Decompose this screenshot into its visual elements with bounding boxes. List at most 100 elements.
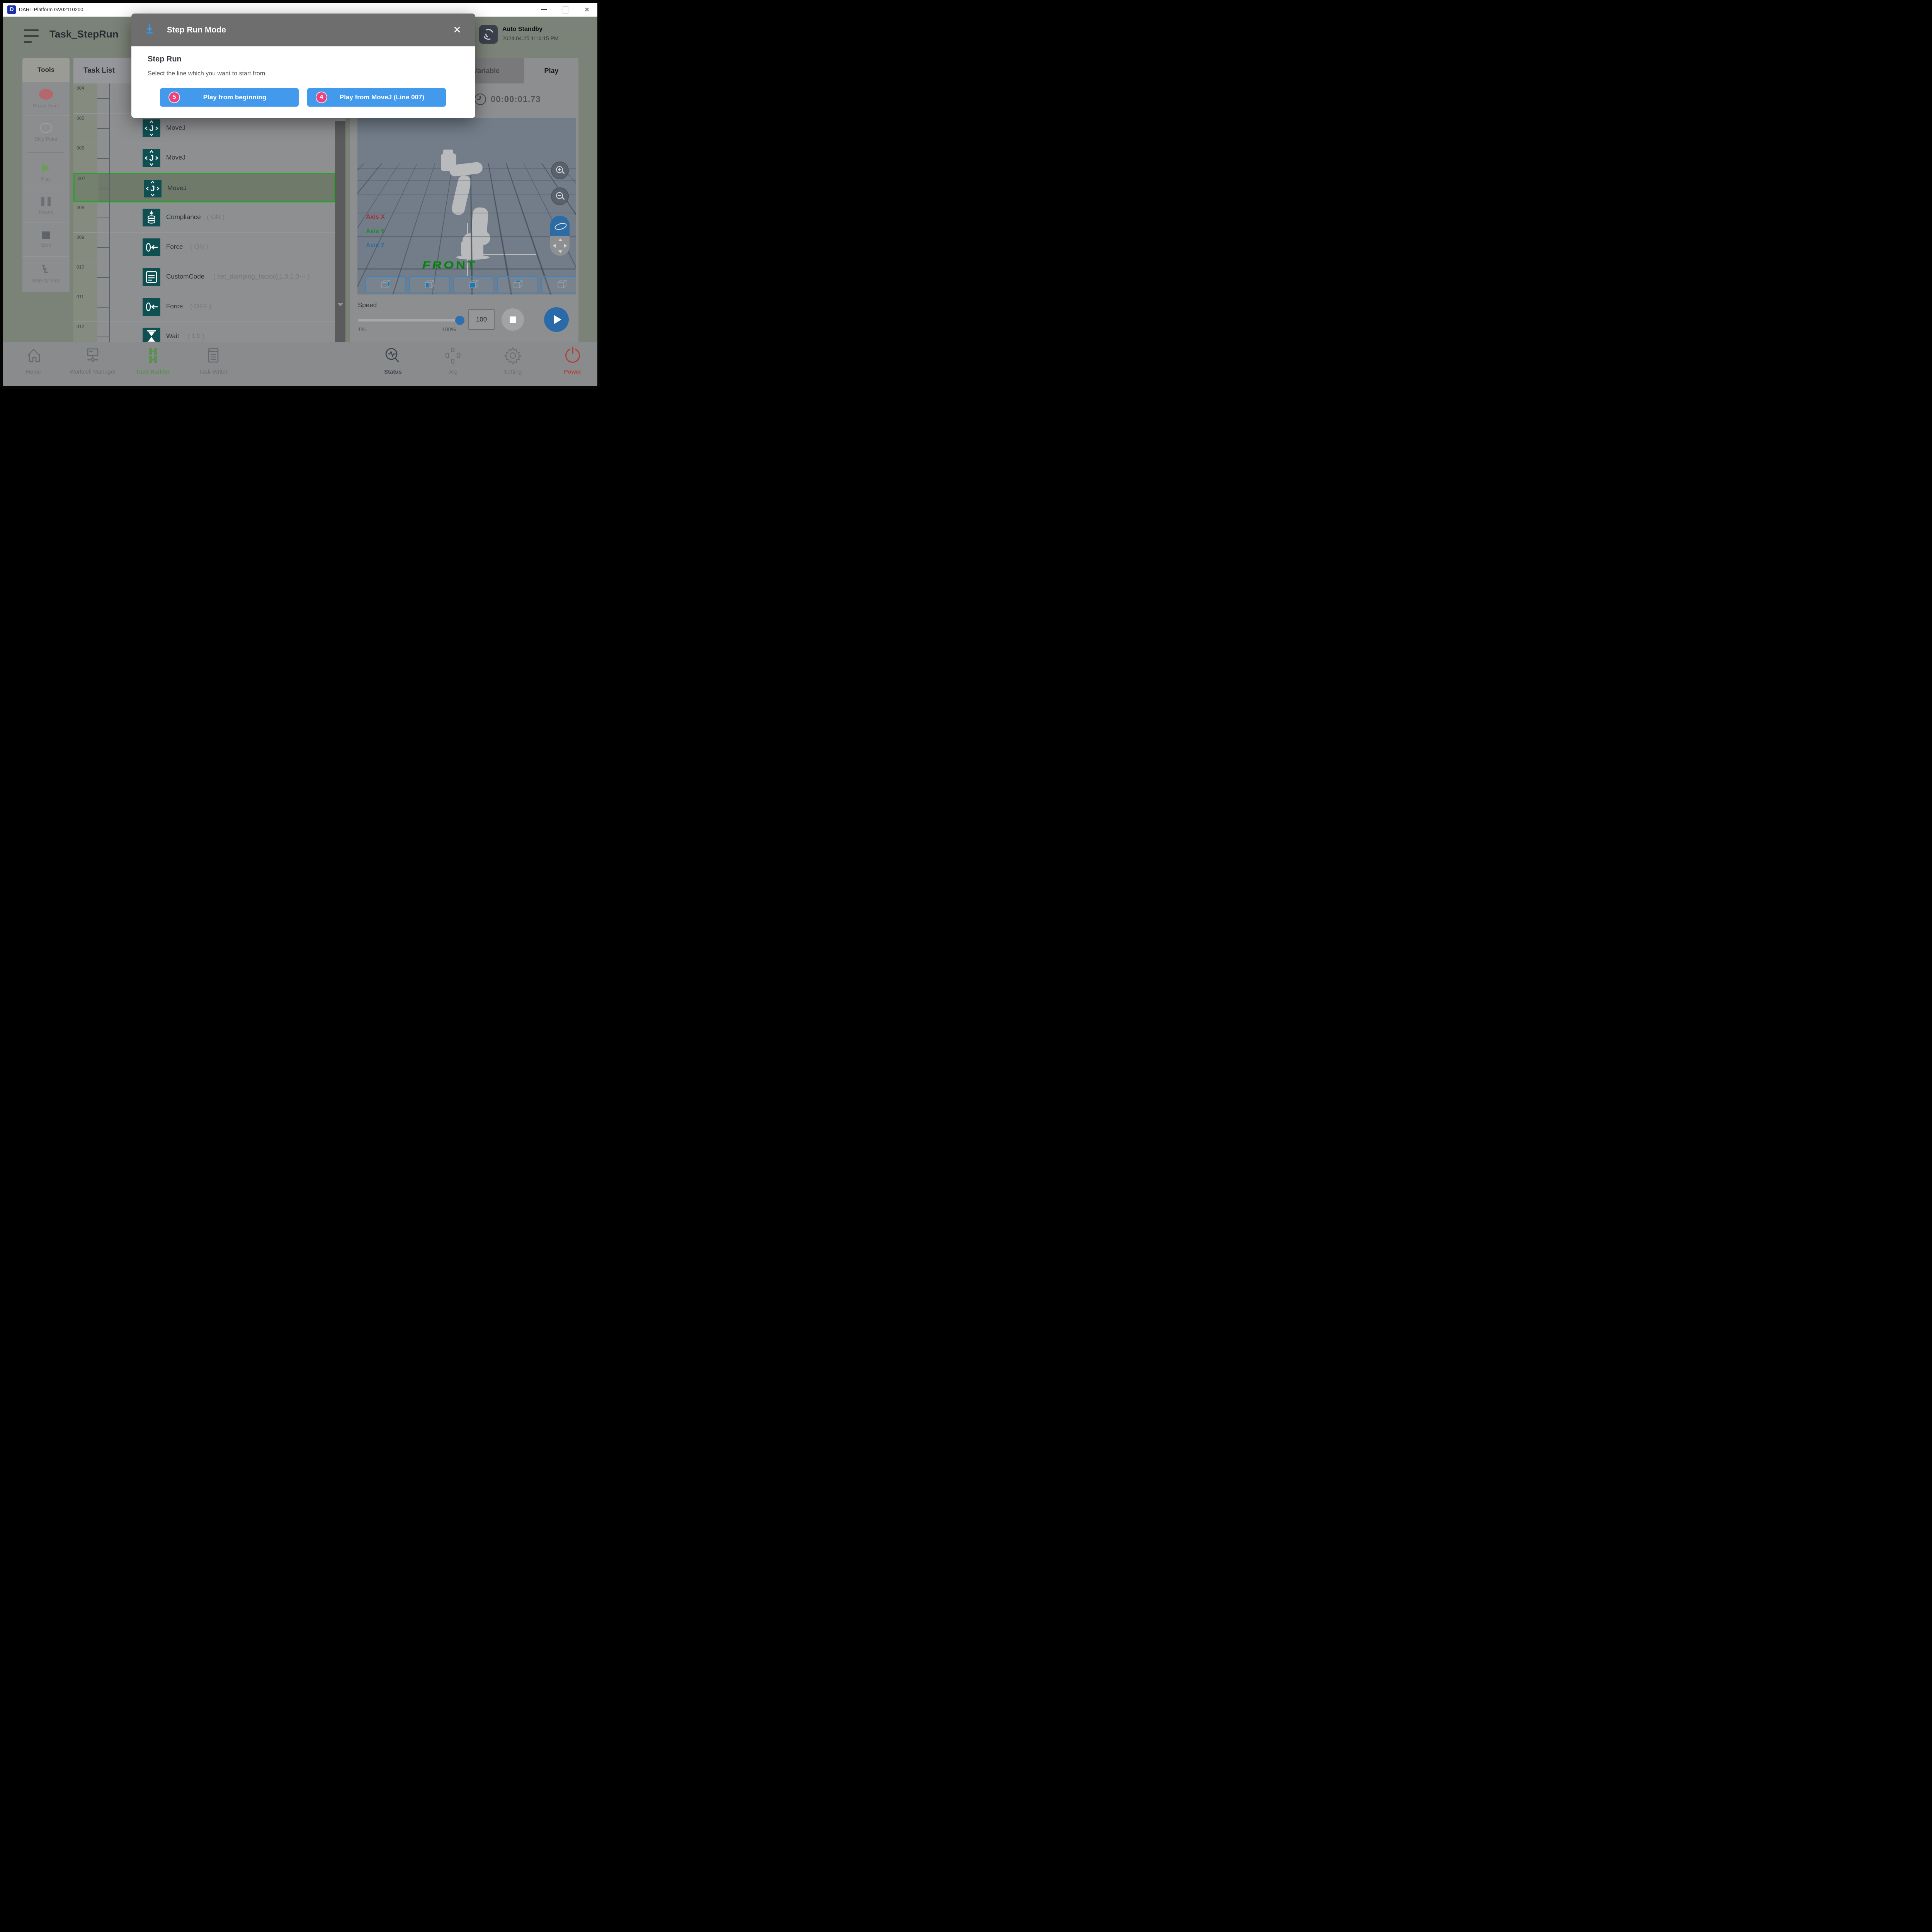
task-list-row[interactable]: 011 Force ( OFF ) xyxy=(73,292,335,321)
window-title: DART-Platform GV02110200 xyxy=(19,3,83,17)
axis-x-label: Axis X xyxy=(366,214,385,221)
robot-3d-viewport[interactable]: Axis X Axis Y Axis Z FRONT xyxy=(357,118,576,294)
speed-min-label: 1% xyxy=(358,326,366,332)
nav-status[interactable]: Status xyxy=(364,345,422,375)
play-from-movej-line-007-button[interactable]: 4 Play from MoveJ (Line 007) xyxy=(307,88,446,107)
task-list-row[interactable]: 009 Force ( ON ) xyxy=(73,232,335,262)
setting-gear-icon xyxy=(503,345,523,366)
scrollbar-thumb[interactable] xyxy=(335,121,345,342)
speed-label: Speed xyxy=(358,301,377,309)
view-preset-iso-button[interactable] xyxy=(541,276,576,293)
minimize-button[interactable] xyxy=(535,3,552,17)
movej-icon: J xyxy=(143,149,160,167)
breakpoint-icon xyxy=(39,89,53,100)
tab-play[interactable]: Play xyxy=(524,58,578,83)
movej-icon: J xyxy=(143,119,160,137)
bottom-navigation: Home Workcell Manager Task Builder Task … xyxy=(3,342,597,386)
play-from-beginning-button[interactable]: 5 Play from beginning xyxy=(160,88,299,107)
view-preset-top-button[interactable] xyxy=(497,276,538,293)
pan-button[interactable] xyxy=(550,236,570,256)
step-run-download-icon xyxy=(145,24,155,36)
view-preset-front-button[interactable] xyxy=(453,276,494,293)
tools-divider xyxy=(22,149,70,156)
force-icon xyxy=(143,298,160,316)
sim-stop-button[interactable] xyxy=(502,308,524,331)
nav-power[interactable]: Power xyxy=(544,345,600,375)
workcell-manager-icon xyxy=(83,345,103,366)
front-orientation-label: FRONT xyxy=(421,260,478,272)
nav-workcell-manager[interactable]: Workcell Manager xyxy=(64,345,122,375)
zoom-in-button[interactable] xyxy=(551,162,569,179)
break-point-tool[interactable]: Break Point xyxy=(22,82,70,115)
y-axis-line xyxy=(469,254,536,255)
nav-task-builder[interactable]: Task Builder xyxy=(124,345,182,375)
nav-home[interactable]: Home xyxy=(5,345,63,375)
dialog-close-button[interactable]: × xyxy=(447,14,467,46)
task-builder-icon xyxy=(143,345,163,366)
movej-icon: J xyxy=(144,180,162,197)
svg-text:J: J xyxy=(149,124,154,133)
nav-setting[interactable]: Setting xyxy=(484,345,542,375)
skip-point-icon xyxy=(40,123,52,133)
close-icon: × xyxy=(585,6,590,14)
scroll-down-icon xyxy=(337,303,344,306)
speed-slider-knob[interactable] xyxy=(455,316,464,325)
speed-slider[interactable] xyxy=(358,319,461,321)
view-cube-icon xyxy=(379,279,392,291)
nav-task-writer[interactable]: Task Writer xyxy=(184,345,242,375)
task-list-row[interactable]: 006 J MoveJ xyxy=(73,143,335,173)
grid-floor xyxy=(357,118,576,163)
tutorial-badge-5: 5 xyxy=(168,92,180,103)
orbit-icon xyxy=(554,222,567,231)
maximize-button[interactable] xyxy=(557,3,574,17)
play-timer: 00:00:01.73 xyxy=(474,94,541,105)
robot-mode-label: Auto Standby xyxy=(502,26,543,33)
dialog-body: Step Run Select the line which you want … xyxy=(131,46,475,118)
orbit-rotate-button[interactable] xyxy=(550,216,570,236)
view-preset-right-button[interactable] xyxy=(365,276,406,293)
task-tree-line xyxy=(109,83,110,342)
menu-hamburger-button[interactable] xyxy=(24,28,39,44)
view-control-pill[interactable] xyxy=(550,216,570,256)
power-icon xyxy=(565,348,580,363)
nav-jog[interactable]: Jog xyxy=(424,345,482,375)
pause-tool[interactable]: Pause xyxy=(22,189,70,223)
dialog-heading: Step Run xyxy=(148,55,182,64)
speed-max-label: 100% xyxy=(442,326,456,332)
task-list-row-selected[interactable]: 007 J MoveJ xyxy=(73,173,335,202)
task-list-scrollbar[interactable] xyxy=(335,83,345,342)
sim-play-button[interactable] xyxy=(544,307,569,332)
tools-panel: Tools Break Point Skip Point Play Pause xyxy=(22,58,70,292)
svg-text:J: J xyxy=(150,184,155,193)
step-by-step-tool[interactable]: Step by Step xyxy=(22,256,70,290)
stop-tool[interactable]: Stop xyxy=(22,223,70,256)
view-preset-left-button[interactable] xyxy=(409,276,450,293)
jog-dpad-icon xyxy=(443,345,463,366)
task-list-row[interactable]: 008 Compliance ( ON ) xyxy=(73,202,335,232)
home-icon xyxy=(24,345,44,366)
view-cube-icon xyxy=(511,279,524,291)
skip-point-tool[interactable]: Skip Point xyxy=(22,115,70,149)
robot-status-icon[interactable] xyxy=(479,25,498,44)
close-window-button[interactable]: × xyxy=(578,3,595,17)
axis-y-label: Axis Y xyxy=(366,228,385,235)
zoom-out-button[interactable] xyxy=(551,187,569,205)
dialog-header: Step Run Mode × xyxy=(131,14,475,46)
zoom-out-icon xyxy=(556,192,565,201)
speed-value-box[interactable]: 100 xyxy=(468,309,495,330)
view-cube-icon xyxy=(555,279,568,291)
task-list-row[interactable]: 012 Wait ( 1.0 ) xyxy=(73,321,335,342)
task-list-row[interactable]: 010 CustomCode ( set_damping_factor([1.0… xyxy=(73,262,335,292)
view-cube-icon xyxy=(423,279,436,291)
timer-value: 00:00:01.73 xyxy=(491,94,541,104)
app-window: D DART-Platform GV02110200 × Task_StepRu… xyxy=(0,0,600,389)
play-icon xyxy=(42,163,50,173)
play-tool[interactable]: Play xyxy=(22,156,70,189)
view-preset-row xyxy=(365,276,576,293)
stop-icon xyxy=(510,316,516,323)
step-by-step-icon xyxy=(40,264,52,274)
customcode-icon xyxy=(143,268,160,286)
tutorial-badge-4: 4 xyxy=(316,92,327,103)
stop-icon xyxy=(42,231,50,239)
play-icon xyxy=(554,315,561,324)
